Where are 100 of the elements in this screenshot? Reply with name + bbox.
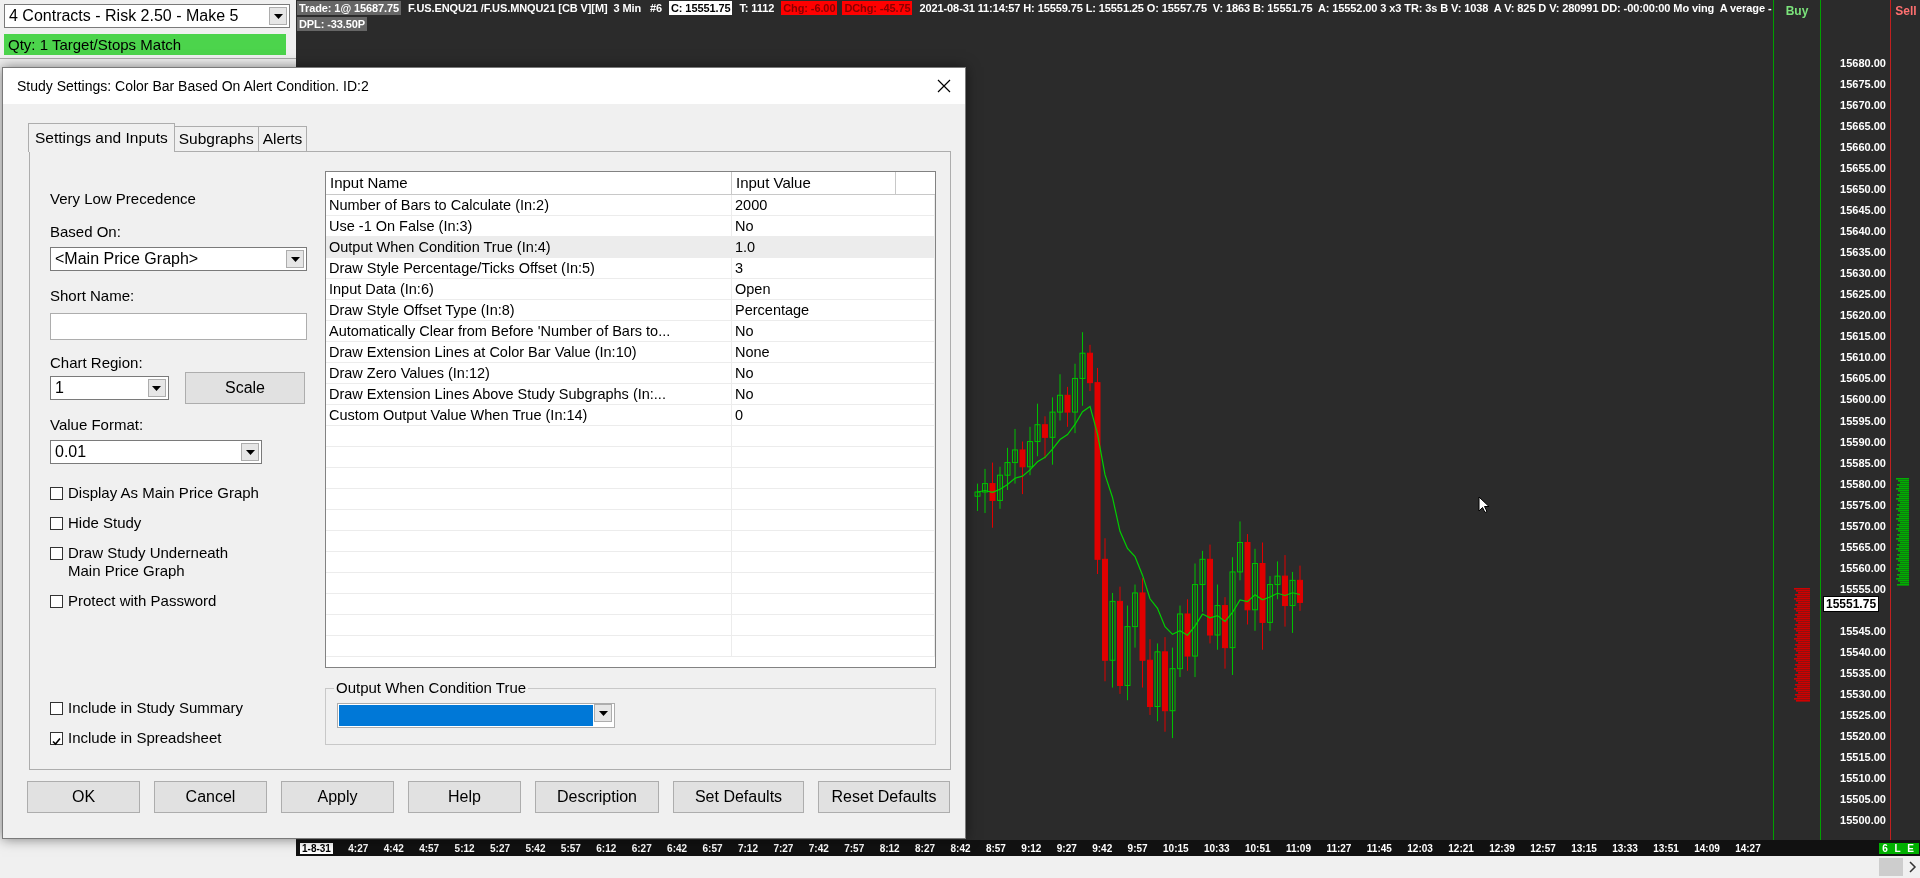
chart-region-dropdown[interactable]: 1 [50,376,169,400]
group-label: Output When Condition True [334,679,529,697]
table-row[interactable]: Output When Condition True (In:4) 1.0 [326,237,935,258]
chart-info-text: Chg: -6.00 [781,1,838,15]
time-label: 8:27 [915,842,936,854]
checkbox[interactable] [50,702,63,715]
time-label: 1-8-31 [300,842,333,854]
based-on-dropdown[interactable]: <Main Price Graph> [50,247,307,271]
table-row[interactable]: Draw Style Offset Type (In:8) Percentage [326,300,935,321]
table-cell: Draw Extension Lines at Color Bar Value (In:10) [326,342,732,363]
table-cell: Draw Style Offset Type (In:8) [326,300,732,321]
time-label: 14:27 [1735,842,1761,854]
dialog-button[interactable]: Help [408,781,521,813]
chart-info-text: 2021-08-31 11:14:57 H: 15559.75 L: 15551.25 O: 15557.75 V: 1863 B: 15551.75 A: 15552.00 3 x3 TR: 3s B V: 1038 A V: 825 D V: 280991 DD: -00:00:00 Mo ving A verage - [918,1,1773,15]
checkbox[interactable] [50,595,63,608]
table-row[interactable]: Custom Output Value When True (In:14) 0 [326,405,935,426]
table-row[interactable]: Draw Zero Values (In:12) No [326,363,935,384]
checkbox-label: Hide Study [68,514,142,532]
time-label: 9:57 [1127,842,1148,854]
status-bar: Qty: 1 Target/Stops Match [4,34,286,55]
table-row[interactable]: Input Data (In:6) Open [326,279,935,300]
price-label: 15620.00 [1840,309,1886,322]
checkbox-label: Include in Study Summary [68,699,244,717]
price-label: 15640.00 [1840,225,1886,238]
dialog-button[interactable]: OK [27,781,140,813]
value-format-dropdown[interactable]: 0.01 [50,440,262,464]
chevron-right-icon[interactable] [1909,861,1917,873]
time-label: 10:33 [1204,842,1230,854]
price-label: 15610.00 [1840,351,1886,364]
dialog-button[interactable]: Reset Defaults [818,781,950,813]
time-label: 4:27 [348,842,369,854]
price-label: 15595.00 [1840,414,1886,427]
dialog-button[interactable]: Description [535,781,659,813]
chart-info-text: DChg: -45.75 [842,1,913,15]
chart-info-text: Trade: 1@ 15687.75 [297,1,402,15]
time-label: 5:42 [525,842,546,854]
table-cell: Draw Style Percentage/Ticks Offset (In:5) [326,258,732,279]
price-label: 15675.00 [1840,78,1886,90]
checkbox[interactable] [50,732,63,745]
price-label: 15650.00 [1840,183,1886,196]
price-label: 15570.00 [1840,519,1886,532]
table-row[interactable]: Draw Extension Lines at Color Bar Value (In:10) None [326,342,935,363]
table-row[interactable]: Number of Bars to Calculate (In:2) 2000 [326,195,935,216]
time-label: 7:27 [773,842,794,854]
window-title: Study Settings: Color Bar Based On Alert Condition. ID:2 [17,78,369,94]
table-cell: Open [732,279,935,300]
scale-button[interactable]: Scale [184,372,305,404]
table-row[interactable]: Automatically Clear from Before 'Number of Bars to... No [326,321,935,342]
table-cell: Draw Extension Lines Above Study Subgraphs (In:... [326,384,732,405]
time-label: 10:15 [1163,842,1189,854]
table-cell: Custom Output Value When True (In:14) [326,405,732,426]
price-label: 15530.00 [1840,687,1886,700]
price-label: 15545.00 [1840,624,1886,637]
buy-label: Buy [1784,3,1810,18]
dialog-button[interactable]: Set Defaults [673,781,804,813]
last-price-label: 15551.75 [1823,595,1880,612]
price-label: 15535.00 [1840,666,1886,679]
price-label: 15565.00 [1840,540,1886,553]
strategy-dropdown[interactable]: 4 Contracts - Risk 2.50 - Make 5 [4,4,290,28]
time-label: 7:42 [808,842,829,854]
close-icon[interactable] [937,79,951,93]
scrollbar-thumb[interactable] [1879,858,1903,876]
table-cell: Draw Zero Values (In:12) [326,363,732,384]
price-label: 15605.00 [1840,372,1886,385]
checkbox-label: Protect with Password [68,592,217,610]
tab[interactable]: Alerts [257,126,308,151]
field-label: Value Format: [50,416,145,434]
price-label: 15520.00 [1840,729,1886,742]
field-label: Short Name: [50,287,136,305]
table-row[interactable]: Draw Extension Lines Above Study Subgraphs (In:... No [326,384,935,405]
short-name-field[interactable] [50,313,307,340]
time-label: 12:39 [1489,842,1515,854]
price-label: 15660.00 [1840,141,1886,154]
field-label: Based On: [50,223,122,241]
table-row[interactable]: Draw Style Percentage/Ticks Offset (In:5) 3 [326,258,935,279]
time-label: 4:42 [383,842,404,854]
time-label: 9:27 [1056,842,1077,854]
dialog-button[interactable]: Apply [281,781,394,813]
dialog-button[interactable]: Cancel [154,781,267,813]
table-cell: Automatically Clear from Before 'Number of Bars to... [326,321,732,342]
table-cell: Number of Bars to Calculate (In:2) [326,195,732,216]
table-cell: None [732,342,935,363]
time-label: 5:27 [490,842,510,854]
price-label: 15665.00 [1840,120,1886,133]
table-cell: No [732,363,935,384]
time-label: 10:51 [1245,842,1271,854]
checkbox[interactable] [50,487,63,500]
precedence-text: Very Low Precedence [50,190,197,208]
checkbox[interactable] [50,517,63,530]
color-dropdown[interactable] [337,703,615,728]
time-label: 8:57 [985,842,1006,854]
chart-info-text: C: 15551.75 [669,1,733,15]
field-label: Chart Region: [50,354,144,372]
time-label: 13:15 [1571,842,1597,854]
checkbox[interactable] [50,547,63,560]
price-label: 15510.00 [1840,772,1886,784]
tab[interactable]: Settings and Inputs [28,123,175,152]
price-label: 15590.00 [1840,435,1886,448]
checkbox-label: Include in Spreadsheet [68,729,222,747]
price-label: 15630.00 [1840,267,1886,280]
